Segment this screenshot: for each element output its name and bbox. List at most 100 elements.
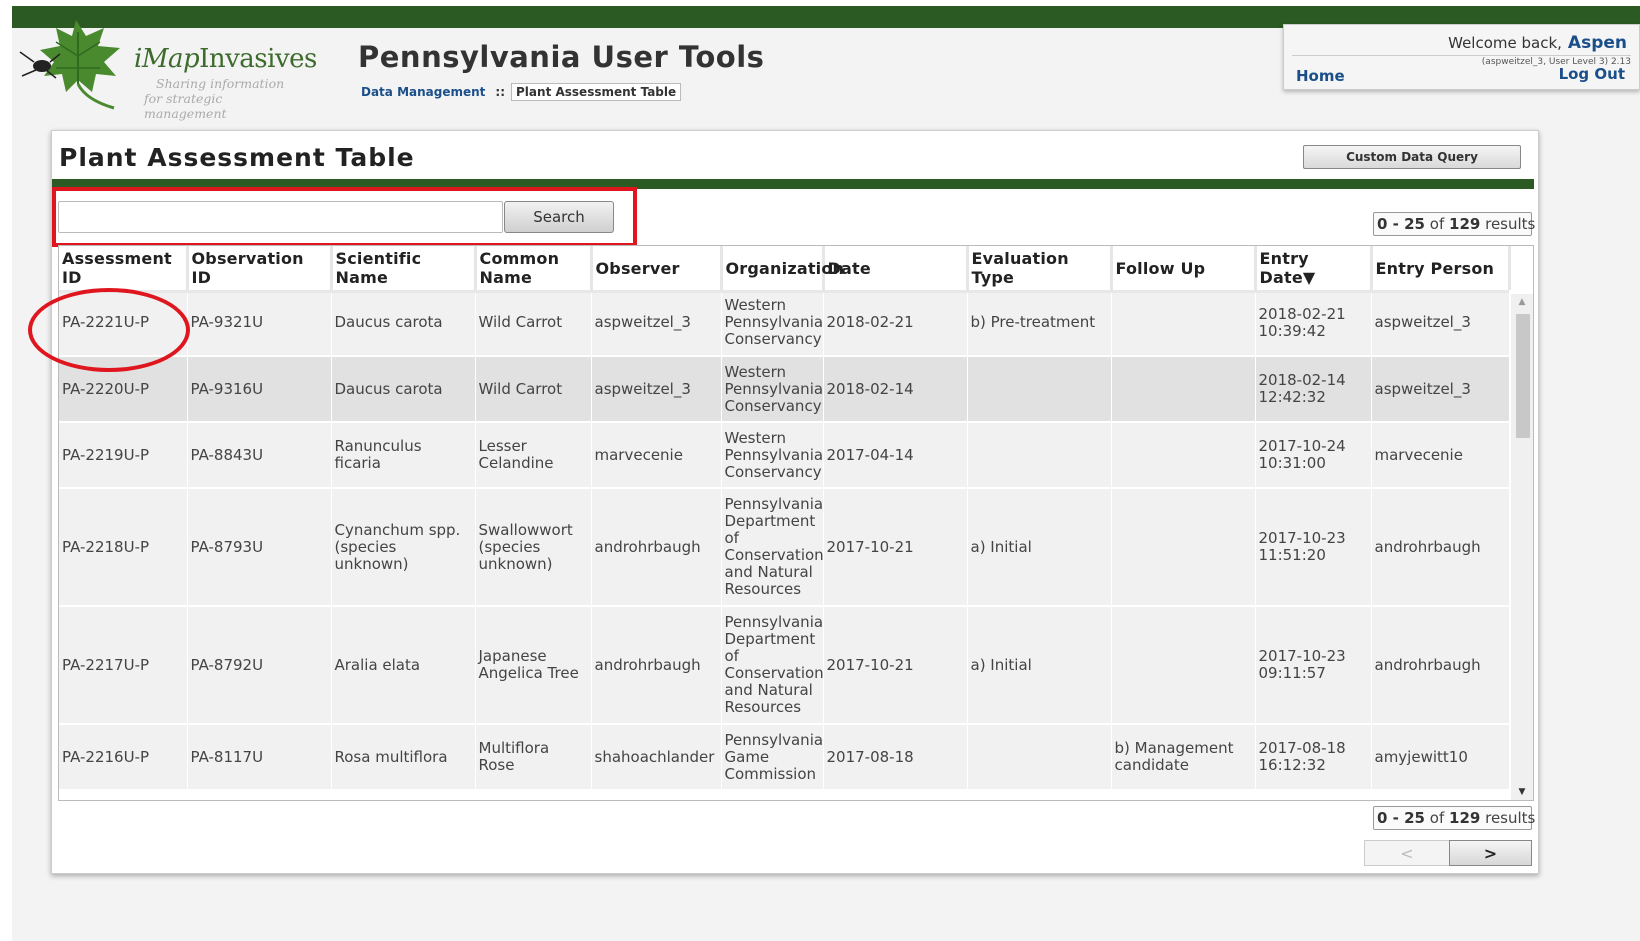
logo-tagline: Sharing information for strategic manage…	[144, 76, 304, 121]
cell-entry-date: 2018-02-21 10:39:42	[1255, 290, 1372, 357]
cell-follow-up	[1111, 290, 1256, 357]
breadcrumb-separator: ::	[495, 85, 506, 99]
cell-assessment-id[interactable]: PA-2218U-P	[59, 488, 188, 607]
scroll-up-arrow-icon[interactable]: ▲	[1511, 294, 1533, 310]
scroll-thumb[interactable]	[1516, 314, 1530, 438]
table-row[interactable]: PA-2220U-P PA-9316U Daucus carota Wild C…	[59, 356, 1510, 423]
cell-evaluation-type: a) Initial	[967, 606, 1112, 725]
table-row[interactable]: PA-2221U-P PA-9321U Daucus carota Wild C…	[59, 290, 1510, 357]
cell-observation-id: PA-8117U	[187, 724, 332, 791]
cell-assessment-id[interactable]: PA-2220U-P	[59, 356, 188, 423]
title-divider	[52, 179, 1534, 189]
search-input[interactable]	[58, 201, 503, 233]
cell-entry-person: androhrbaugh	[1371, 606, 1510, 725]
next-page-button[interactable]: >	[1449, 840, 1532, 866]
cell-evaluation-type	[967, 422, 1112, 489]
scroll-down-arrow-icon[interactable]: ▼	[1511, 784, 1533, 800]
cell-scientific-name: Ranunculus ficaria	[331, 422, 476, 489]
cell-entry-person: marvecenie	[1371, 422, 1510, 489]
table-row[interactable]: PA-2219U-P PA-8843U Ranunculus ficaria L…	[59, 422, 1510, 489]
breadcrumb-current: Plant Assessment Table	[511, 83, 682, 101]
column-header-assessment-id[interactable]: Assessment ID	[59, 246, 189, 290]
cell-common-name: Japanese Angelica Tree	[475, 606, 592, 725]
column-header-evaluation-type[interactable]: Evaluation Type	[967, 246, 1113, 290]
table-row[interactable]: PA-2217U-P PA-8792U Aralia elata Japanes…	[59, 606, 1510, 725]
logo-tagline-1: Sharing information	[156, 76, 285, 91]
cell-date: 2017-08-18	[823, 724, 968, 791]
cell-date: 2017-10-21	[823, 488, 968, 607]
custom-data-query-button[interactable]: Custom Data Query	[1303, 145, 1521, 169]
cell-organization: Western Pennsylvania Conservancy	[721, 290, 824, 357]
column-header-date[interactable]: Date	[823, 246, 969, 290]
cell-assessment-id[interactable]: PA-2216U-P	[59, 724, 188, 791]
cell-organization: Pennsylvania Game Commission	[721, 724, 824, 791]
cell-organization: Western Pennsylvania Conservancy	[721, 422, 824, 489]
cell-observer: shahoachlander	[591, 724, 722, 791]
user-panel: Welcome back, Aspen (aspweitzel_3, User L…	[1283, 24, 1640, 90]
breadcrumb: Data Management :: Plant Assessment Tabl…	[361, 83, 682, 101]
results-suffix: results	[1485, 809, 1536, 827]
cell-common-name: Swallowwort (species unknown)	[475, 488, 592, 607]
cell-follow-up	[1111, 606, 1256, 725]
cell-observation-id: PA-8793U	[187, 488, 332, 607]
column-header-observer[interactable]: Observer	[591, 246, 723, 290]
cell-follow-up	[1111, 488, 1256, 607]
table-row[interactable]: PA-2218U-P PA-8793U Cynanchum spp. (spec…	[59, 488, 1510, 607]
cell-follow-up	[1111, 422, 1256, 489]
cell-evaluation-type	[967, 724, 1112, 791]
assessment-table-container: Assessment ID Observation ID Scientific …	[58, 245, 1534, 801]
cell-entry-date: 2017-10-23 09:11:57	[1255, 606, 1372, 725]
cell-observation-id: PA-9321U	[187, 290, 332, 357]
column-header-follow-up[interactable]: Follow Up	[1111, 246, 1257, 290]
table-header-row: Assessment ID Observation ID Scientific …	[59, 246, 1511, 290]
cell-date: 2018-02-21	[823, 290, 968, 357]
cell-observer: aspweitzel_3	[591, 290, 722, 357]
column-header-scientific-name[interactable]: Scientific Name	[331, 246, 477, 290]
table-scrollbar[interactable]: ▲ ▼	[1511, 294, 1533, 800]
cell-observer: aspweitzel_3	[591, 356, 722, 423]
cell-entry-date: 2017-08-18 16:12:32	[1255, 724, 1372, 791]
cell-entry-person: androhrbaugh	[1371, 488, 1510, 607]
app-logo[interactable]: iMapInvasives Sharing information for st…	[16, 12, 317, 121]
cell-assessment-id[interactable]: PA-2219U-P	[59, 422, 188, 489]
column-header-entry-date[interactable]: Entry Date▼	[1255, 246, 1373, 290]
cell-common-name: Wild Carrot	[475, 356, 592, 423]
cell-assessment-id[interactable]: PA-2217U-P	[59, 606, 188, 725]
user-name-link[interactable]: Aspen	[1568, 33, 1627, 53]
main-panel: Plant Assessment Table Custom Data Query…	[51, 130, 1539, 874]
results-range: 0 - 25	[1377, 215, 1425, 233]
cell-entry-person: aspweitzel_3	[1371, 290, 1510, 357]
logo-name-suffix: Invasives	[199, 44, 317, 74]
cell-observation-id: PA-9316U	[187, 356, 332, 423]
logo-tagline-2: for strategic management	[144, 91, 227, 121]
cell-date: 2017-04-14	[823, 422, 968, 489]
cell-evaluation-type: b) Pre-treatment	[967, 290, 1112, 357]
column-header-organization[interactable]: Organization	[721, 246, 844, 290]
page: iMapInvasives Sharing information for st…	[12, 6, 1640, 941]
results-total: 129	[1449, 215, 1481, 233]
table-header-divider	[59, 290, 1509, 293]
cell-entry-date: 2017-10-24 10:31:00	[1255, 422, 1372, 489]
previous-page-button[interactable]: <	[1364, 840, 1450, 866]
table-row[interactable]: PA-2216U-P PA-8117U Rosa multiflora Mult…	[59, 724, 1510, 791]
results-count-top: 0 - 25 of 129 results	[1373, 212, 1535, 236]
breadcrumb-link-data-management[interactable]: Data Management	[361, 85, 485, 99]
cell-scientific-name: Daucus carota	[331, 290, 476, 357]
results-of: of	[1429, 809, 1445, 827]
home-link[interactable]: Home	[1296, 67, 1345, 85]
logout-link[interactable]: Log Out	[1559, 65, 1625, 83]
results-of: of	[1429, 215, 1445, 233]
column-header-observation-id[interactable]: Observation ID	[187, 246, 333, 290]
search-button[interactable]: Search	[504, 201, 614, 233]
cell-entry-person: aspweitzel_3	[1371, 356, 1510, 423]
column-header-entry-person[interactable]: Entry Person	[1371, 246, 1511, 290]
cell-observation-id: PA-8843U	[187, 422, 332, 489]
welcome-message: Welcome back, Aspen	[1448, 33, 1627, 53]
cell-organization: Pennsylvania Department of Conservation …	[721, 606, 824, 725]
cell-common-name: Lesser Celandine	[475, 422, 592, 489]
page-title: Plant Assessment Table	[59, 143, 415, 172]
cell-assessment-id[interactable]: PA-2221U-P	[59, 290, 188, 357]
results-total: 129	[1449, 809, 1481, 827]
column-header-common-name[interactable]: Common Name	[475, 246, 593, 290]
leaf-logo-icon	[19, 20, 120, 110]
